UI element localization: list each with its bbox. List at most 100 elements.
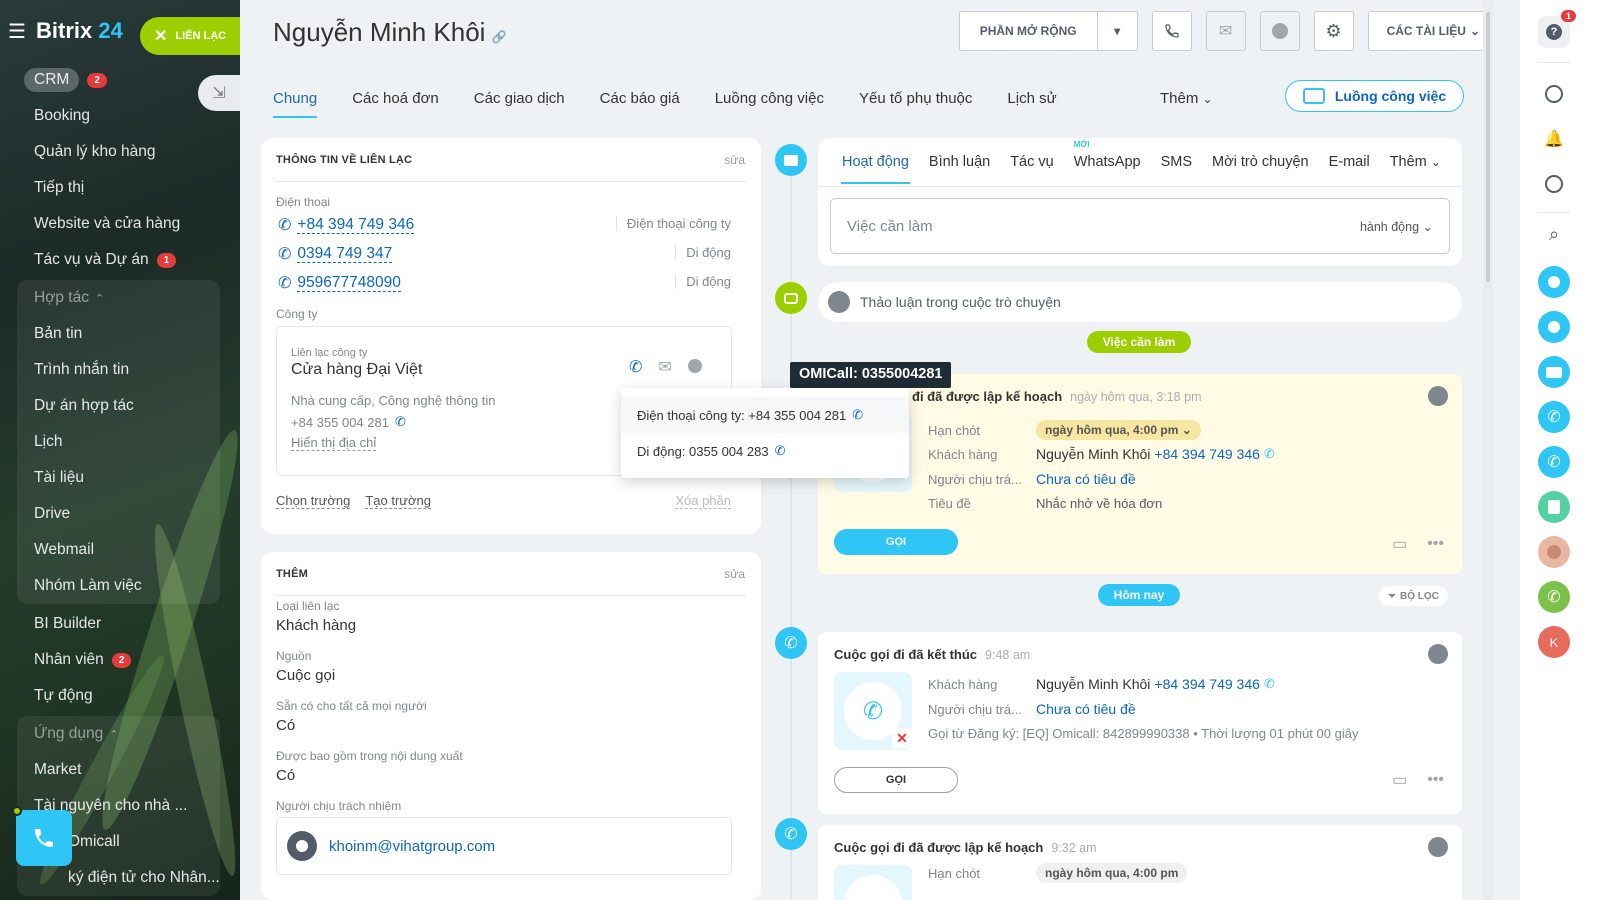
edit-link[interactable]: sửa bbox=[724, 567, 745, 581]
sidebar-item-feed[interactable]: Bản tin bbox=[17, 316, 220, 352]
copilot-icon[interactable] bbox=[1538, 78, 1570, 110]
tab-quotes[interactable]: Các báo giá bbox=[600, 84, 680, 113]
discuss-in-chat[interactable]: Thảo luận trong cuộc trò chuyện bbox=[818, 282, 1462, 322]
sidebar-item-inventory[interactable]: Quản lý kho hàng bbox=[0, 134, 240, 170]
more-icon[interactable]: ••• bbox=[1427, 535, 1444, 553]
contact-chat-icon[interactable] bbox=[1538, 311, 1570, 343]
avatar[interactable] bbox=[1428, 386, 1448, 406]
tab-more[interactable]: Thêm ⌄ bbox=[1160, 90, 1213, 107]
sidebar-item-webmail[interactable]: Webmail bbox=[17, 532, 220, 568]
document-icon[interactable] bbox=[1538, 491, 1570, 523]
delete-section-link[interactable]: Xóa phần bbox=[675, 493, 731, 509]
tab-more[interactable]: Thêm ⌄ bbox=[1390, 154, 1441, 170]
avatar[interactable]: K bbox=[1538, 626, 1570, 658]
softphone-button[interactable] bbox=[12, 806, 72, 866]
sidebar-group-header[interactable]: Ứng dụng ⌃ bbox=[17, 716, 220, 752]
note-icon[interactable]: ▭ bbox=[1392, 534, 1407, 554]
contact-button[interactable]: ✕ LIÊN LẠC bbox=[140, 17, 240, 55]
sidebar-item-tasks[interactable]: Tác vụ và Dự án 1 bbox=[0, 242, 240, 278]
edit-link[interactable]: sửa bbox=[724, 153, 745, 167]
company-phone[interactable]: +84 355 004 281 ✆ bbox=[291, 414, 406, 430]
sidebar-item-booking[interactable]: Booking bbox=[0, 98, 240, 134]
tab-email[interactable]: E-mail bbox=[1329, 154, 1370, 170]
sidebar-group-header[interactable]: Hợp tác ⌃ bbox=[17, 280, 220, 316]
client-phone-link[interactable]: +84 394 749 346 bbox=[1154, 446, 1260, 462]
envelope-icon[interactable]: ✉ bbox=[658, 357, 671, 377]
more-icon[interactable]: ••• bbox=[1427, 771, 1444, 789]
deadline-badge[interactable]: ngày hôm qua, 4:00 pm ⌄ bbox=[1036, 420, 1201, 440]
contact-chat-icon[interactable] bbox=[1538, 266, 1570, 298]
deadline-badge[interactable]: ngày hôm qua, 4:00 pm bbox=[1036, 863, 1188, 883]
phone-icon[interactable]: ✆ bbox=[629, 357, 642, 377]
sidebar-item-messenger[interactable]: Trình nhắn tin bbox=[17, 352, 220, 388]
chevron-down-icon[interactable]: ▾ bbox=[1096, 12, 1137, 50]
phone-row[interactable]: ✆ +84 394 749 346 bbox=[278, 215, 415, 235]
extend-button[interactable]: PHẦN MỞ RỘNG ▾ bbox=[958, 11, 1138, 51]
tab-dependencies[interactable]: Yếu tố phụ thuộc bbox=[859, 84, 972, 113]
avatar[interactable] bbox=[1428, 644, 1448, 664]
phone-row[interactable]: ✆ 0394 749 347 bbox=[278, 244, 393, 264]
note-icon[interactable]: ▭ bbox=[1392, 770, 1407, 790]
tab-deals[interactable]: Các giao dịch bbox=[474, 84, 565, 113]
avatar[interactable] bbox=[1538, 536, 1570, 568]
chat-button[interactable] bbox=[1259, 11, 1300, 51]
link-icon[interactable]: 🔗 bbox=[491, 30, 506, 44]
help-button[interactable]: ? 1 bbox=[1538, 10, 1576, 48]
tab-invite-chat[interactable]: Mời trò chuyện bbox=[1212, 154, 1309, 170]
tab-sms[interactable]: SMS bbox=[1161, 154, 1192, 170]
bell-icon[interactable]: 🔔 bbox=[1538, 123, 1570, 155]
settings-button[interactable]: ⚙ bbox=[1313, 11, 1354, 51]
sidebar-item-market[interactable]: Market bbox=[17, 752, 220, 788]
logo[interactable]: ☰ Bitrix 24 bbox=[8, 18, 123, 44]
avatar[interactable] bbox=[1428, 837, 1448, 857]
message-icon[interactable] bbox=[1538, 356, 1570, 388]
email-button[interactable]: ✉ bbox=[1205, 11, 1246, 51]
search-icon[interactable]: ⌕ bbox=[1538, 218, 1570, 250]
todo-input[interactable]: Việc cần làm hành động ⌄ bbox=[830, 198, 1450, 254]
scrollbar-thumb[interactable] bbox=[1486, 12, 1490, 282]
sidebar-item-collab-projects[interactable]: Dự án hợp tác bbox=[17, 388, 220, 424]
phone-icon[interactable]: ✆ bbox=[1264, 446, 1275, 462]
tab-invoices[interactable]: Các hoá đơn bbox=[352, 84, 439, 113]
show-address-link[interactable]: Hiển thị địa chỉ bbox=[291, 435, 377, 451]
workflow-button[interactable]: Luồng công việc bbox=[1285, 80, 1464, 112]
popup-item-mobile[interactable]: Di động: 0355 004 283 ✆ bbox=[621, 433, 909, 469]
sidebar-item-crm[interactable]: CRM 2 bbox=[0, 62, 240, 98]
sidebar-item-workgroups[interactable]: Nhóm Làm việc bbox=[17, 568, 220, 604]
documents-button[interactable]: CÁC TÀI LIỆU ⌄ bbox=[1367, 11, 1491, 51]
sidebar-item-bi-builder[interactable]: BI Builder bbox=[0, 606, 240, 642]
call-button[interactable]: GỌI bbox=[834, 529, 958, 555]
responsible-user[interactable]: khoinm@vihatgroup.com bbox=[276, 817, 732, 875]
call-button[interactable] bbox=[1151, 11, 1192, 51]
sidebar-item-sites[interactable]: Website và cửa hàng bbox=[0, 206, 240, 242]
filter-button[interactable]: ⏷ BỘ LỌC bbox=[1379, 586, 1448, 606]
tab-general[interactable]: Chung bbox=[273, 84, 318, 118]
tab-workflows[interactable]: Luồng công việc bbox=[715, 84, 824, 113]
company-name[interactable]: Cửa hàng Đại Việt bbox=[291, 361, 422, 379]
phone-row[interactable]: ✆ 959677748090 bbox=[278, 273, 401, 293]
tab-history[interactable]: Lịch sử bbox=[1007, 84, 1056, 113]
responsible-link[interactable]: Chưa có tiêu đề bbox=[1036, 471, 1136, 487]
action-dropdown[interactable]: hành động ⌄ bbox=[1360, 219, 1433, 234]
hamburger-icon[interactable]: ☰ bbox=[8, 19, 26, 44]
tab-task[interactable]: Tác vụ bbox=[1010, 154, 1054, 170]
sidebar-item-marketing[interactable]: Tiếp thị bbox=[0, 170, 240, 206]
responsible-link[interactable]: Chưa có tiêu đề bbox=[1036, 701, 1136, 717]
select-field-link[interactable]: Chọn trường bbox=[276, 493, 351, 509]
tab-activity[interactable]: Hoạt động bbox=[841, 154, 910, 184]
sidebar-item-documents[interactable]: Tài liệu bbox=[17, 460, 220, 496]
client-phone-link[interactable]: +84 394 749 346 bbox=[1154, 676, 1260, 692]
tab-whatsapp[interactable]: MỚI WhatsApp bbox=[1074, 140, 1141, 170]
tab-comment[interactable]: Bình luận bbox=[929, 154, 990, 170]
popup-item-work-phone[interactable]: Điện thoại công ty: +84 355 004 281 ✆ bbox=[621, 397, 909, 433]
call-button[interactable]: GỌI bbox=[834, 767, 958, 793]
phone-icon[interactable]: ✆ bbox=[1538, 581, 1570, 613]
sidebar-item-employees[interactable]: Nhân viên 2 bbox=[0, 642, 240, 678]
phone-icon[interactable]: ✆ bbox=[1538, 446, 1570, 478]
sidebar-item-drive[interactable]: Drive bbox=[17, 496, 220, 532]
sidebar-item-calendar[interactable]: Lịch bbox=[17, 424, 220, 460]
phone-icon[interactable]: ✆ bbox=[1264, 676, 1275, 692]
create-field-link[interactable]: Tạo trường bbox=[365, 493, 431, 509]
phone-icon[interactable]: ✆ bbox=[1538, 401, 1570, 433]
chat-icon[interactable] bbox=[1538, 168, 1570, 200]
